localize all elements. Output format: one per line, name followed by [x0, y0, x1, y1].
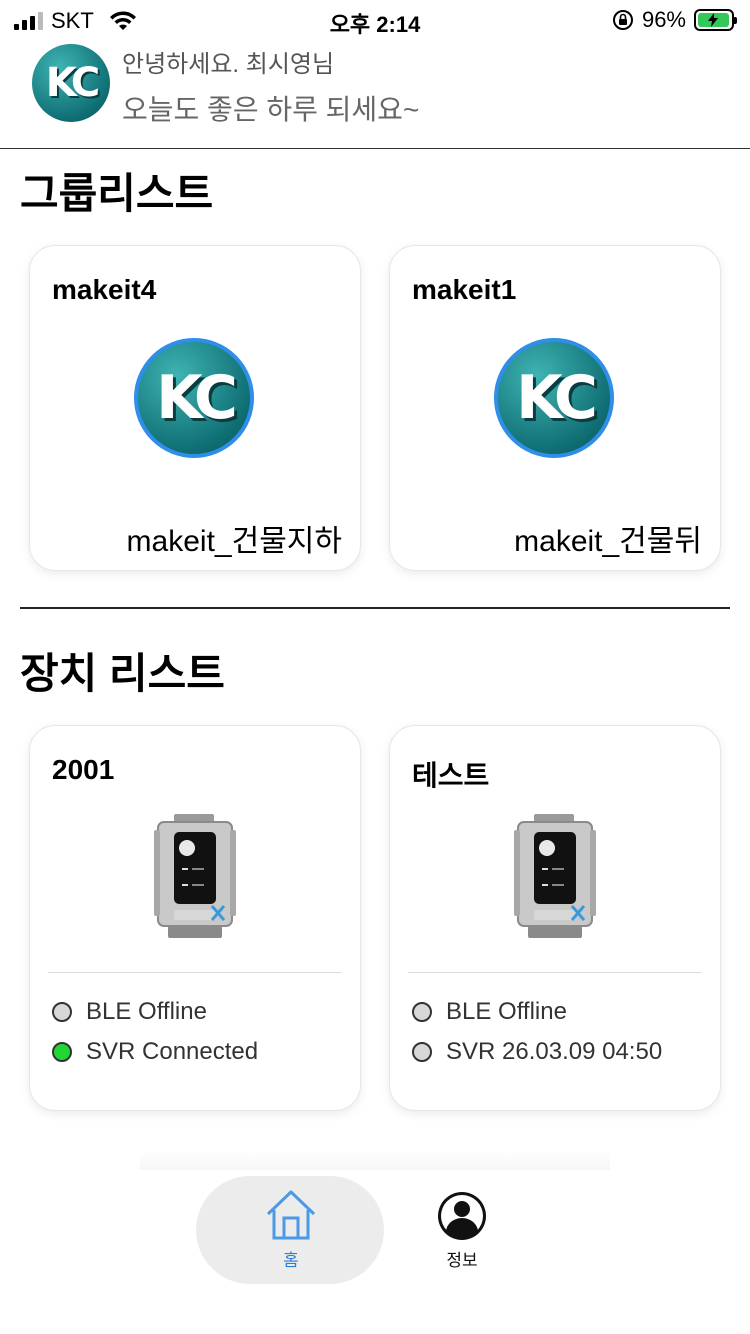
- logo-text: KC: [156, 363, 238, 433]
- device-list-title: 장치 리스트: [20, 650, 225, 697]
- charging-bolt-icon: [708, 13, 718, 27]
- orientation-lock-icon: [612, 10, 633, 30]
- person-icon[interactable]: [436, 1190, 488, 1242]
- group-location: makeit_건물지하: [126, 525, 342, 558]
- subgreeting-text: 오늘도 좋은 하루 되세요~: [122, 94, 420, 125]
- ble-status-indicator: [52, 1002, 72, 1022]
- group-name: makeit1: [412, 274, 517, 305]
- device-card[interactable]: 2001 BLE Offline SVR Connected: [29, 725, 361, 1111]
- svr-status-indicator: [52, 1042, 72, 1062]
- group-logo: KC: [494, 338, 614, 458]
- group-logo: KC: [134, 338, 254, 458]
- battery-icon: [694, 9, 737, 31]
- bottom-nav-fade: [140, 1150, 610, 1170]
- group-location: makeit_건물뒤: [514, 525, 702, 558]
- device-image: [514, 814, 596, 938]
- app-header: KC 안녕하세요. 최시영님 오늘도 좋은 하루 되세요~: [0, 42, 750, 149]
- kc-logo: KC: [32, 44, 110, 122]
- ble-status-row: BLE Offline: [412, 998, 567, 1026]
- group-card[interactable]: makeit1 KC makeit_건물뒤: [389, 245, 721, 571]
- nav-home-label[interactable]: 홈: [264, 1246, 318, 1271]
- battery-percent: 96%: [641, 7, 686, 32]
- ble-status-row: BLE Offline: [52, 998, 207, 1026]
- ble-status-text: BLE Offline: [86, 998, 207, 1025]
- device-image: [154, 814, 236, 938]
- ble-status-indicator: [412, 1002, 432, 1022]
- group-list-title: 그룹리스트: [20, 170, 214, 217]
- ble-status-text: BLE Offline: [446, 998, 567, 1025]
- device-card[interactable]: 테스트 BLE Offline SVR 26.03.09 04:50: [389, 725, 721, 1111]
- greeting-text: 안녕하세요. 최시영님: [122, 51, 335, 78]
- card-divider: [48, 972, 342, 973]
- svr-status-row: SVR Connected: [52, 1038, 258, 1066]
- svr-status-text: SVR Connected: [86, 1038, 259, 1065]
- house-icon[interactable]: [264, 1188, 318, 1242]
- logo-text: KC: [516, 363, 598, 433]
- logo-text: KC: [45, 60, 101, 106]
- group-card[interactable]: makeit4 KC makeit_건물지하: [29, 245, 361, 571]
- nav-info-label[interactable]: 정보: [430, 1246, 494, 1271]
- group-name: makeit4: [52, 274, 157, 305]
- device-name: 테스트: [412, 760, 490, 791]
- section-divider: [20, 607, 730, 609]
- svr-status-text: SVR 26.03.09 04:50: [446, 1038, 663, 1065]
- device-name: 2001: [52, 754, 115, 785]
- card-divider: [408, 972, 702, 973]
- status-right: 96%: [612, 7, 737, 33]
- status-bar: SKT 오후 2:14 96%: [0, 0, 750, 42]
- svr-status-indicator: [412, 1042, 432, 1062]
- battery-level: [698, 13, 729, 27]
- svr-status-row: SVR 26.03.09 04:50: [412, 1038, 662, 1066]
